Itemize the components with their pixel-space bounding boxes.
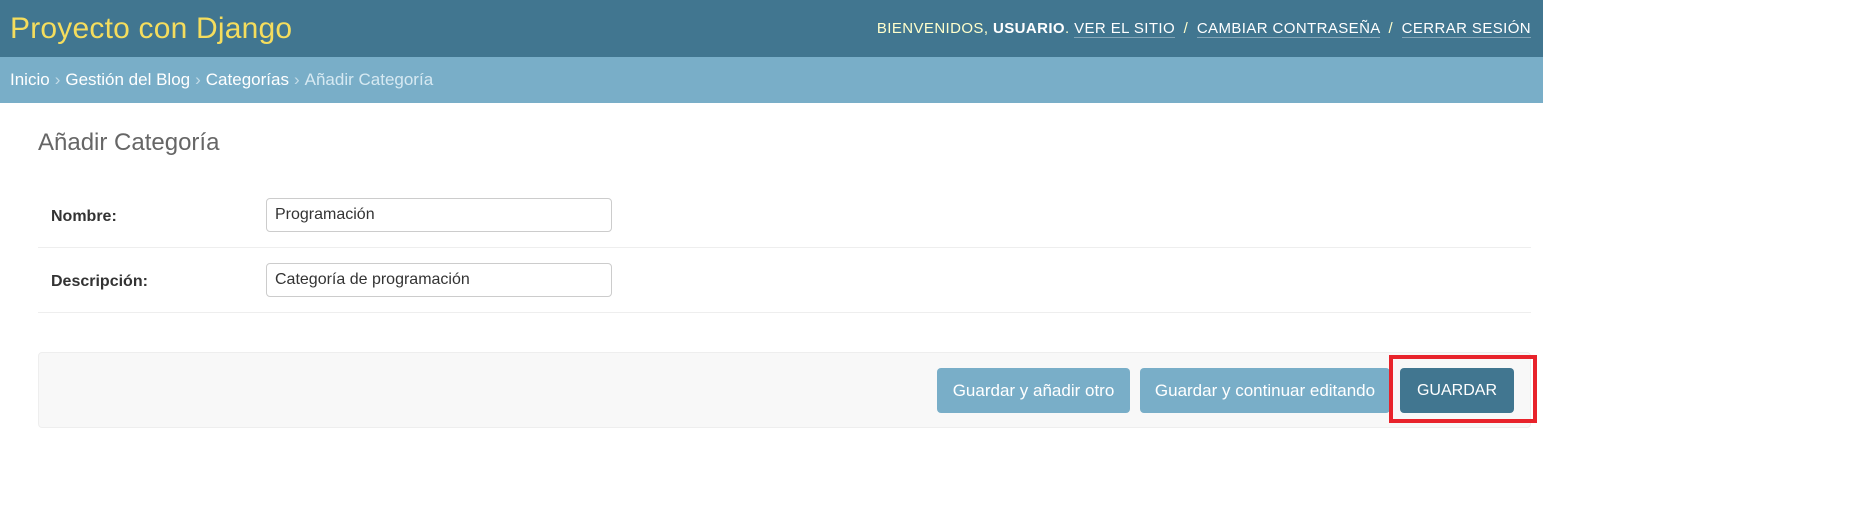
breadcrumb-home[interactable]: Inicio <box>10 70 50 90</box>
site-header: Proyecto con Django Bienvenidos, Usuario… <box>0 0 1543 57</box>
descripcion-input[interactable] <box>266 263 612 297</box>
submit-row: Guardar y añadir otro Guardar y continua… <box>38 352 1531 428</box>
breadcrumb: Inicio › Gestión del Blog › Categorías ›… <box>0 57 1543 103</box>
breadcrumb-categories[interactable]: Categorías <box>206 70 289 90</box>
descripcion-label: Descripción: <box>51 273 148 290</box>
username: Usuario <box>992 20 1065 37</box>
save-and-continue-button[interactable]: Guardar y continuar editando <box>1140 368 1390 413</box>
logout-link[interactable]: Cerrar sesión <box>1401 20 1531 38</box>
admin-page: Proyecto con Django Bienvenidos, Usuario… <box>0 0 1543 523</box>
breadcrumb-separator: › <box>293 70 300 89</box>
change-password-link[interactable]: Cambiar contraseña <box>1196 20 1380 38</box>
breadcrumb-separator: › <box>195 70 201 89</box>
separator: / <box>1388 20 1394 37</box>
breadcrumb-current: Añadir Categoría <box>304 70 434 89</box>
nombre-input[interactable] <box>266 198 612 232</box>
site-brand[interactable]: Proyecto con Django <box>10 12 292 46</box>
form-row-descripcion: Descripción: <box>38 249 1531 313</box>
page-title: Añadir Categoría <box>38 129 220 156</box>
save-button[interactable]: Guardar <box>1400 368 1514 413</box>
nombre-label: Nombre: <box>51 208 117 225</box>
form-row-nombre: Nombre: <box>38 184 1531 248</box>
view-site-link[interactable]: Ver el sitio <box>1074 20 1176 38</box>
user-tools: Bienvenidos, Usuario. Ver el sitio / Cam… <box>876 20 1531 38</box>
save-and-add-another-button[interactable]: Guardar y añadir otro <box>937 368 1130 413</box>
breadcrumb-separator: › <box>54 70 61 89</box>
separator: / <box>1183 20 1189 37</box>
breadcrumb-blog-app[interactable]: Gestión del Blog <box>65 70 190 90</box>
welcome-text: Bienvenidos, <box>876 20 989 37</box>
